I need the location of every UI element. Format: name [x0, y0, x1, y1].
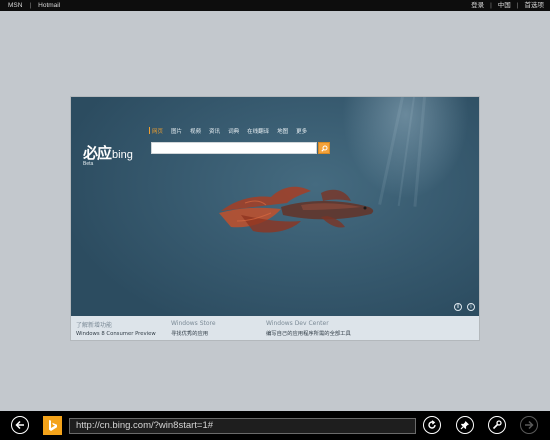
- betta-fish-image: [219, 186, 374, 233]
- hero-image: 网页 图片 视频 资讯 词典 在线翻译 地图 更多 必应bing Beta II…: [71, 97, 479, 316]
- search-input[interactable]: [151, 142, 317, 154]
- wrench-icon: [492, 420, 502, 430]
- bing-logo: 必应bing Beta: [83, 142, 133, 167]
- footer-whats-new[interactable]: 了解新增功能 Windows 8 Consumer Preview: [76, 320, 156, 337]
- logo-chinese: 必应: [83, 144, 112, 162]
- refresh-button[interactable]: [423, 416, 441, 434]
- tools-button[interactable]: [488, 416, 506, 434]
- preferences-link[interactable]: 首选项: [525, 0, 545, 11]
- sign-in-link[interactable]: 登录: [471, 0, 484, 11]
- search-icon: [321, 145, 328, 152]
- footer-heading: Windows Store: [171, 320, 216, 327]
- footer-subtitle: 寻找优秀的应用: [171, 331, 209, 337]
- separator: |: [516, 2, 519, 9]
- pin-icon: [460, 421, 469, 430]
- forward-arrow-icon: [525, 420, 534, 430]
- footer-subtitle: 编写自己的应用程序所需的全部工具: [266, 331, 351, 337]
- msn-link[interactable]: MSN: [8, 0, 22, 11]
- site-favicon: [43, 416, 62, 435]
- light-ray: [413, 97, 426, 207]
- back-arrow-icon: [15, 420, 24, 430]
- pin-button[interactable]: [456, 416, 474, 434]
- nav-item-more[interactable]: 更多: [296, 127, 307, 135]
- nav-item-maps[interactable]: 地图: [277, 127, 288, 135]
- refresh-icon: [428, 420, 436, 429]
- nav-item-web[interactable]: 网页: [152, 127, 163, 135]
- preview-footer: 了解新增功能 Windows 8 Consumer Preview Window…: [71, 316, 479, 340]
- footer-heading: Windows Dev Center: [266, 320, 329, 327]
- footer-windows-store[interactable]: Windows Store 寻找优秀的应用: [171, 320, 216, 337]
- hotmail-link[interactable]: Hotmail: [38, 0, 60, 11]
- nav-item-dictionary[interactable]: 词典: [228, 127, 239, 135]
- nav-item-news[interactable]: 资讯: [209, 127, 220, 135]
- region-link[interactable]: 中国: [498, 0, 511, 11]
- address-bar[interactable]: http://cn.bing.com/?win8start=1#: [69, 418, 416, 434]
- nav-item-images[interactable]: 图片: [171, 127, 182, 135]
- nav-item-translate[interactable]: 在线翻译: [247, 127, 269, 135]
- nav-item-videos[interactable]: 视频: [190, 127, 201, 135]
- forward-button[interactable]: [520, 416, 538, 434]
- page-preview[interactable]: 网页 图片 视频 资讯 词典 在线翻译 地图 更多 必应bing Beta II…: [71, 97, 479, 340]
- back-button[interactable]: [11, 416, 29, 434]
- info-icon[interactable]: i: [467, 303, 475, 311]
- logo-english: bing: [112, 149, 133, 161]
- top-bar: MSN | Hotmail 登录 | 中国 | 首选项: [0, 0, 550, 11]
- search-button[interactable]: [318, 142, 330, 154]
- footer-subtitle: Windows 8 Consumer Preview: [76, 331, 156, 337]
- separator: |: [29, 2, 32, 9]
- footer-dev-center[interactable]: Windows Dev Center 编写自己的应用程序所需的全部工具: [266, 320, 351, 337]
- nav-active-marker: [149, 127, 150, 134]
- app-bar: http://cn.bing.com/?win8start=1#: [0, 411, 550, 440]
- search-nav: 网页 图片 视频 资讯 词典 在线翻译 地图 更多: [149, 127, 307, 135]
- footer-heading: 了解新增功能: [76, 322, 113, 329]
- pause-icon[interactable]: II: [454, 303, 462, 311]
- bing-favicon-icon: [49, 420, 57, 431]
- separator: |: [490, 2, 492, 9]
